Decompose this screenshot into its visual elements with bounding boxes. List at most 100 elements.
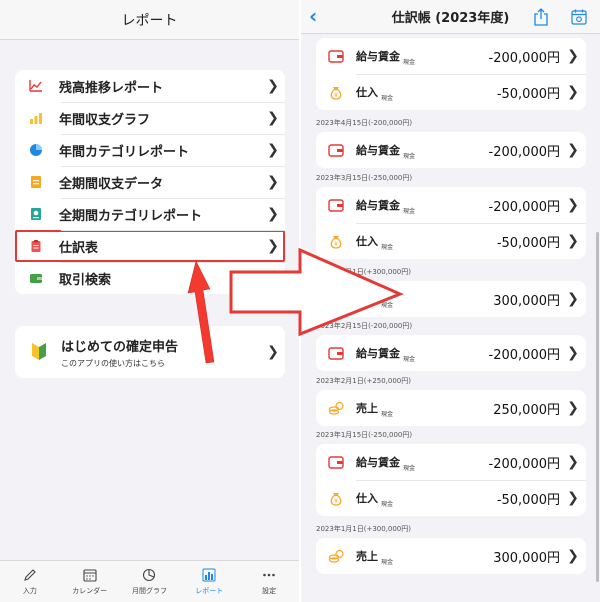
chevron-right-icon: ❯ — [267, 110, 279, 126]
wallet-icon — [328, 456, 344, 469]
journal-header: ‹ 仕訳帳 (2023年度) — [301, 0, 600, 34]
menu-item-all-period-data[interactable]: 全期間収支データ ❯ — [15, 166, 285, 198]
journal-amount: -50,000円 — [496, 86, 560, 102]
journal-category: 給与賃金 — [356, 144, 400, 157]
report-menu: 残高推移レポート ❯ 年間収支グラフ ❯ 年間カテゴリレポート ❯ 全期間収支デ… — [15, 70, 285, 294]
tab-monthly-graph[interactable]: 月間グラフ — [120, 561, 180, 602]
chevron-right-icon: ❯ — [567, 84, 579, 100]
svg-text:¥: ¥ — [334, 498, 338, 505]
journal-account: 現金 — [403, 207, 416, 215]
journal-amount: 250,000円 — [493, 402, 560, 418]
journal-card: 給与賃金 現金 -200,000円 ❯ — [316, 335, 586, 371]
report-header: レポート — [0, 0, 299, 40]
journal-row[interactable]: ¥ 仕入 現金 -50,000円 ❯ — [316, 480, 586, 516]
journal-row[interactable]: 給与賃金 現金 -200,000円 ❯ — [316, 444, 586, 480]
wallet-icon — [328, 144, 344, 157]
journal-account: 現金 — [403, 152, 416, 160]
journal-amount: -50,000円 — [496, 492, 560, 508]
chevron-right-icon: ❯ — [267, 238, 279, 254]
journal-card: 給与賃金 現金 -200,000円 ❯ ¥ 仕入 現金 -50,000円 ❯ — [316, 187, 586, 259]
beginner-mark-icon — [32, 343, 46, 360]
journal-row[interactable]: 売上 現金 300,000円 ❯ — [316, 538, 586, 574]
bar-chart-icon — [202, 568, 216, 581]
chevron-right-icon: ❯ — [267, 174, 279, 190]
back-button[interactable]: ‹ — [309, 6, 317, 26]
journal-amount: -200,000円 — [488, 347, 560, 363]
date-header: 2023年1月15日(-250,000円) — [316, 431, 413, 439]
journal-account: 現金 — [381, 94, 394, 102]
tab-bar: 入力 カレンダー 月間グラフ レポート 設定 — [0, 560, 299, 602]
journal-card: 売上 現金 250,000円 ❯ — [316, 390, 586, 426]
menu-item-label: 取引検索 — [59, 272, 112, 288]
date-header: 2023年1月1日(+300,000円) — [316, 525, 411, 533]
chevron-right-icon: ❯ — [267, 78, 279, 94]
date-header: 2023年3月1日(+300,000円) — [316, 268, 411, 276]
tab-settings[interactable]: 設定 — [239, 561, 299, 602]
journal-row[interactable]: 売上 現金 250,000円 ❯ — [316, 390, 586, 426]
pencil-icon — [24, 568, 36, 581]
tab-report[interactable]: レポート — [179, 561, 239, 602]
chevron-right-icon: ❯ — [567, 400, 579, 416]
chevron-right-icon: ❯ — [567, 197, 579, 213]
journal-row[interactable]: 売上 現金 300,000円 ❯ — [316, 281, 586, 317]
coins-icon — [328, 549, 344, 563]
menu-item-transaction-search[interactable]: 取引検索 ❯ — [15, 262, 285, 294]
scroll-indicator[interactable] — [596, 232, 599, 582]
journal-category: 給与賃金 — [356, 199, 400, 212]
tab-calendar[interactable]: カレンダー — [60, 561, 120, 602]
journal-row[interactable]: ¥ 仕入 現金 -50,000円 ❯ — [316, 223, 586, 259]
journal-row[interactable]: 給与賃金 現金 -200,000円 ❯ — [316, 187, 586, 223]
journal-amount: 300,000円 — [493, 550, 560, 566]
menu-item-annual-graph[interactable]: 年間収支グラフ ❯ — [15, 102, 285, 134]
journal-amount: -50,000円 — [496, 235, 560, 251]
menu-item-label: 残高推移レポート — [59, 80, 164, 96]
tab-input[interactable]: 入力 — [0, 561, 60, 602]
line-chart-icon — [29, 80, 42, 92]
menu-item-label: 全期間カテゴリレポート — [59, 208, 203, 224]
chevron-right-icon: ❯ — [567, 48, 579, 64]
date-header: 2023年2月1日(+250,000円) — [316, 377, 411, 385]
journal-row[interactable]: 給与賃金 現金 -200,000円 ❯ — [316, 132, 586, 168]
journal-card: 給与賃金 現金 -200,000円 ❯ — [316, 132, 586, 168]
journal-account: 現金 — [403, 355, 416, 363]
date-header: 2023年2月15日(-200,000円) — [316, 322, 413, 330]
journal-screen: ‹ 仕訳帳 (2023年度) 給与賃金 現金 -200,000円 ❯ ¥ 仕入 … — [301, 0, 600, 602]
chevron-right-icon: ❯ — [567, 490, 579, 506]
tab-label: 入力 — [22, 586, 37, 595]
date-header: 2023年4月15日(-200,000円) — [316, 119, 413, 127]
menu-item-annual-category[interactable]: 年間カテゴリレポート ❯ — [15, 134, 285, 166]
tab-label: 月間グラフ — [131, 586, 167, 595]
calendar-settings-icon[interactable] — [571, 9, 587, 25]
ledger-icon — [31, 240, 41, 252]
tab-label: 設定 — [262, 586, 277, 595]
chevron-right-icon: ❯ — [567, 345, 579, 361]
share-icon[interactable] — [533, 8, 549, 26]
journal-account: 現金 — [381, 301, 394, 309]
coins-icon — [328, 292, 344, 306]
journal-card: 給与賃金 現金 -200,000円 ❯ ¥ 仕入 現金 -50,000円 ❯ — [316, 444, 586, 516]
tax-guide-card[interactable]: はじめての確定申告 このアプリの使い方はこちら ❯ — [15, 326, 285, 378]
journal-card: 給与賃金 現金 -200,000円 ❯ ¥ 仕入 現金 -50,000円 ❯ — [316, 38, 586, 110]
journal-account: 現金 — [403, 464, 416, 472]
menu-item-label: 年間カテゴリレポート — [59, 144, 190, 160]
svg-text:¥: ¥ — [334, 92, 338, 99]
tax-guide-text: はじめての確定申告 このアプリの使い方はこちら — [61, 336, 261, 369]
menu-item-journal[interactable]: 仕訳表 ❯ — [15, 230, 285, 262]
menu-item-balance-trend[interactable]: 残高推移レポート ❯ — [15, 70, 285, 102]
journal-row[interactable]: 給与賃金 現金 -200,000円 ❯ — [316, 335, 586, 371]
menu-item-all-period-category[interactable]: 全期間カテゴリレポート ❯ — [15, 198, 285, 230]
journal-row[interactable]: ¥ 仕入 現金 -50,000円 ❯ — [316, 74, 586, 110]
document-icon — [31, 176, 41, 188]
more-icon — [263, 573, 275, 576]
journal-category: 仕入 — [356, 492, 378, 505]
journal-account: 現金 — [381, 558, 394, 566]
menu-item-label: 仕訳表 — [59, 240, 99, 256]
date-header: 2023年3月15日(-250,000円) — [316, 174, 413, 182]
calendar-icon — [83, 568, 97, 582]
chevron-right-icon: ❯ — [567, 454, 579, 470]
journal-row[interactable]: 給与賃金 現金 -200,000円 ❯ — [316, 38, 586, 74]
tax-guide-subtitle: このアプリの使い方はこちら — [61, 358, 165, 368]
journal-account: 現金 — [381, 410, 394, 418]
bar-chart-icon — [30, 113, 42, 124]
wallet-icon — [30, 274, 42, 283]
